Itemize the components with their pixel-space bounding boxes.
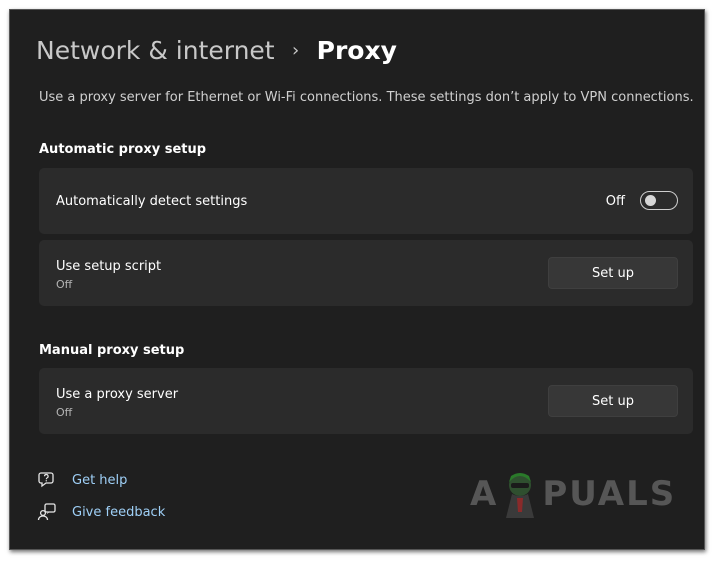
auto-detect-label: Automatically detect settings: [56, 194, 248, 209]
auto-detect-toggle[interactable]: [640, 191, 678, 210]
watermark-logo: A PUALS: [470, 468, 676, 520]
feedback-icon: [37, 503, 56, 521]
toggle-knob: [645, 195, 656, 206]
setup-script-button[interactable]: Set up: [548, 257, 678, 289]
setup-script-label: Use setup script: [56, 259, 162, 274]
setup-script-card: Use setup script Off Set up: [39, 240, 693, 306]
give-feedback-link[interactable]: Give feedback: [72, 505, 165, 520]
manual-proxy-heading: Manual proxy setup: [39, 343, 185, 358]
breadcrumb: Network & internet › Proxy: [36, 36, 397, 65]
page-description: Use a proxy server for Ethernet or Wi-Fi…: [39, 90, 694, 105]
proxy-server-button[interactable]: Set up: [548, 385, 678, 417]
proxy-server-card: Use a proxy server Off Set up: [39, 368, 693, 434]
automatic-proxy-heading: Automatic proxy setup: [39, 142, 207, 157]
page-title: Proxy: [316, 36, 397, 65]
auto-detect-toggle-label: Off: [605, 194, 625, 209]
get-help-link[interactable]: Get help: [72, 473, 127, 488]
breadcrumb-parent[interactable]: Network & internet: [36, 36, 275, 65]
mascot-icon: [506, 473, 535, 518]
help-icon: [38, 472, 54, 488]
proxy-server-label: Use a proxy server: [56, 387, 179, 402]
watermark-text-right: PUALS: [542, 474, 677, 514]
get-help-row[interactable]: Get help: [37, 470, 127, 490]
auto-detect-card: Automatically detect settings Off: [39, 168, 693, 234]
settings-window: Network & internet › Proxy Use a proxy s…: [9, 9, 705, 550]
proxy-server-status: Off: [56, 406, 73, 419]
watermark-text-left: A: [470, 474, 499, 514]
setup-script-status: Off: [56, 278, 73, 291]
chevron-right-icon: ›: [292, 40, 300, 61]
give-feedback-row[interactable]: Give feedback: [37, 502, 165, 522]
